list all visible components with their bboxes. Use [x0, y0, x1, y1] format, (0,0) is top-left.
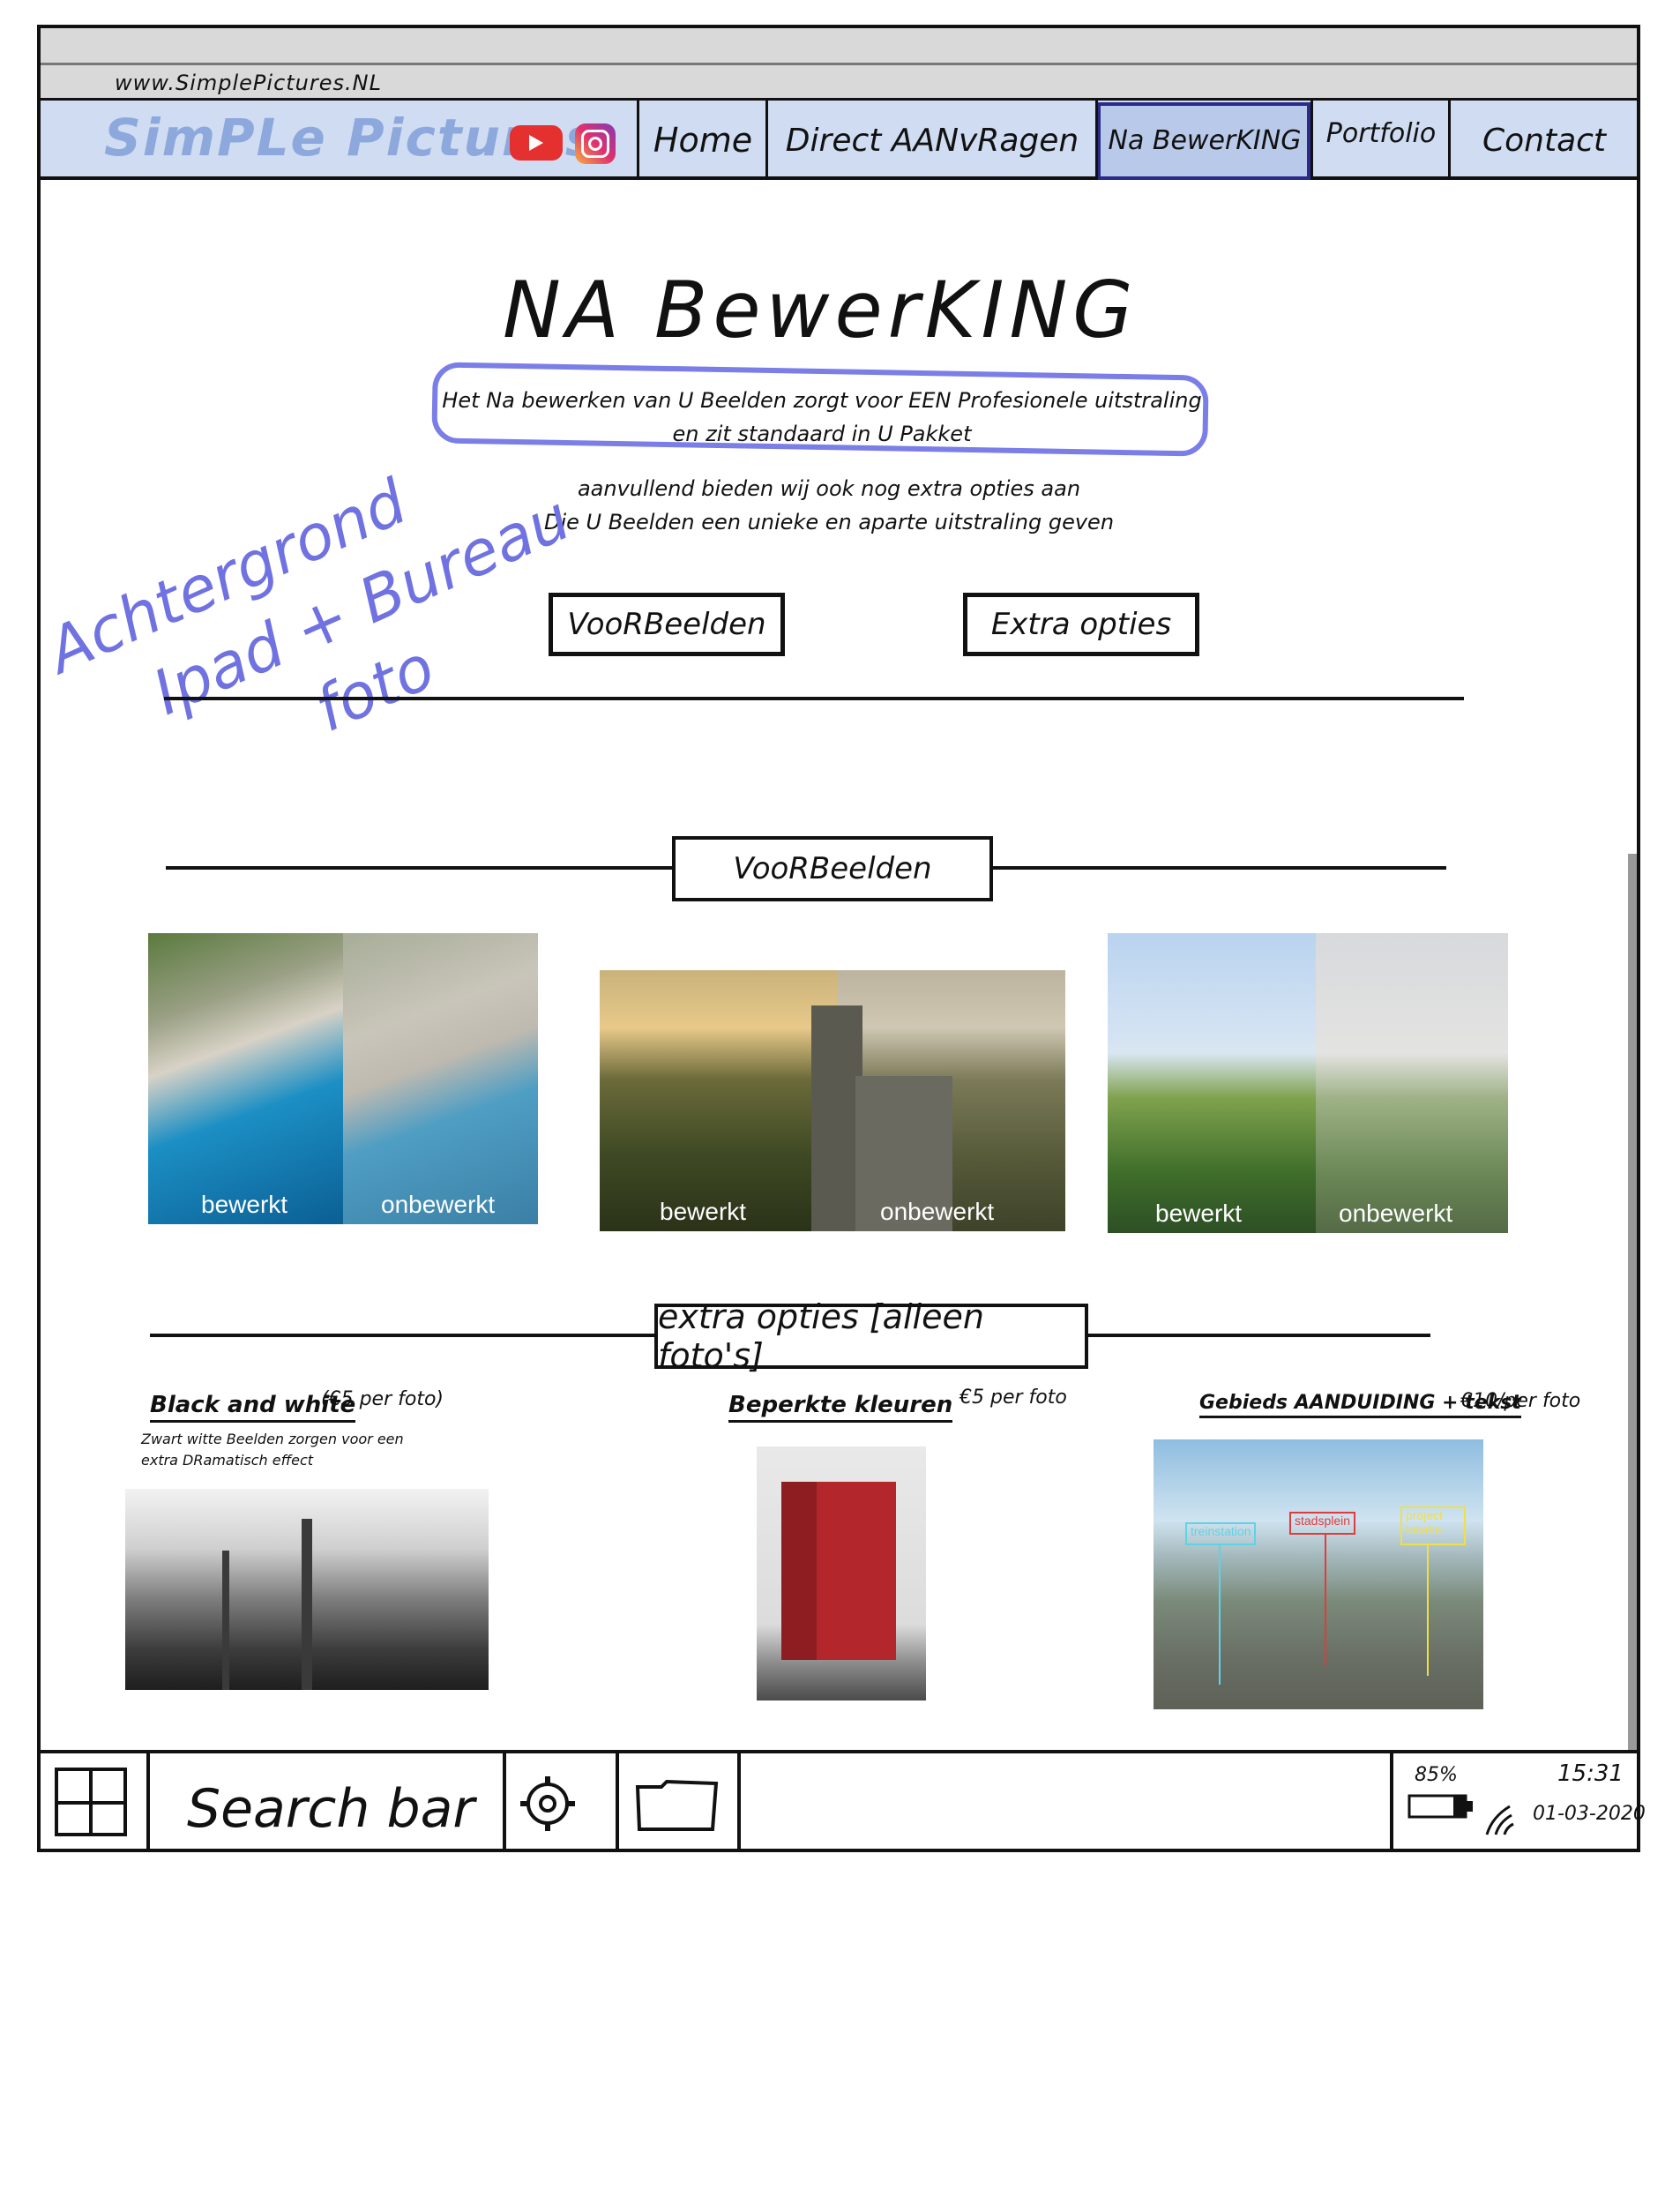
- church-tower: [222, 1551, 229, 1690]
- clock-date: 01-03-2020: [1533, 1803, 1646, 1825]
- caption-bewerkt: bewerkt: [201, 1191, 288, 1218]
- nav-divider: [1310, 101, 1313, 180]
- map-pointer-line: [1325, 1533, 1326, 1665]
- edited-half: [1108, 933, 1317, 1233]
- page-title: NA BewerKING: [503, 265, 1139, 355]
- caption-onbewerkt: onbewerkt: [880, 1198, 995, 1225]
- unedited-half: [343, 933, 538, 1224]
- beperkte-kleuren-example-photo[interactable]: [757, 1446, 926, 1700]
- caption-bewerkt: bewerkt: [1155, 1200, 1243, 1227]
- extra-opties-button[interactable]: Extra opties: [963, 593, 1199, 656]
- taskbar-divider: [737, 1750, 741, 1852]
- search-bar[interactable]: Search bar: [187, 1778, 474, 1840]
- folder-icon[interactable]: [635, 1778, 720, 1836]
- nav-item-home[interactable]: Home: [640, 101, 765, 180]
- option-price: (€5 per foto): [321, 1388, 444, 1410]
- nav-item-na-bewerking[interactable]: Na BewerKING: [1101, 101, 1309, 180]
- instagram-icon[interactable]: [575, 123, 616, 164]
- option-price: €5 per foto: [959, 1387, 1067, 1409]
- voorbeelden-heading: VooRBeelden: [672, 836, 993, 901]
- map-pointer-line: [1219, 1544, 1221, 1685]
- option-price: €10/per foto: [1460, 1390, 1581, 1412]
- hero-text-line: aanvullend bieden wij ook nog extra opti…: [577, 476, 1081, 501]
- wifi-icon[interactable]: [1483, 1799, 1533, 1842]
- caption-onbewerkt: onbewerkt: [1339, 1200, 1453, 1227]
- option-description: extra DRamatisch effect: [141, 1452, 314, 1469]
- taskbar-divider: [503, 1750, 506, 1852]
- edited-half: [600, 970, 838, 1231]
- nav-divider: [765, 101, 768, 180]
- example-photo-castle[interactable]: bewerkt onbewerkt: [600, 970, 1065, 1231]
- taskbar-divider: [616, 1750, 619, 1852]
- gear-icon[interactable]: [519, 1775, 577, 1836]
- nav-divider: [637, 101, 639, 180]
- option-description: Zwart witte Beelden zorgen voor een: [141, 1431, 404, 1447]
- clock-time: 15:31: [1557, 1760, 1624, 1787]
- divider: [164, 697, 1464, 700]
- nav-item-portfolio[interactable]: Portfolio: [1314, 101, 1448, 180]
- title-bar: [41, 28, 1637, 65]
- unedited-half: [1316, 933, 1508, 1233]
- scrollbar[interactable]: [1628, 854, 1637, 1753]
- youtube-icon[interactable]: [510, 125, 563, 161]
- nav-item-contact[interactable]: Contact: [1452, 101, 1637, 180]
- nav-divider: [1448, 101, 1451, 180]
- extra-opties-heading: extra opties [alleen foto's]: [654, 1297, 1088, 1375]
- map-label: project locatie: [1400, 1506, 1466, 1545]
- nav-item-direct-aanvragen[interactable]: Direct AANvRagen: [769, 101, 1095, 180]
- windows-icon[interactable]: [55, 1768, 127, 1840]
- black-white-example-photo[interactable]: [125, 1489, 489, 1690]
- taskbar-divider: [1390, 1750, 1393, 1852]
- taskbar-divider: [146, 1750, 150, 1852]
- hero-text-line: Die U Beelden een unieke en aparte uitst…: [543, 510, 1115, 534]
- map-label: stadsplein: [1289, 1512, 1356, 1535]
- hero-text-line: Het Na bewerken van U Beelden zorgt voor…: [442, 388, 1202, 413]
- map-label: treinstation: [1185, 1522, 1257, 1545]
- option-label-beperkte-kleuren: Beperkte kleuren: [728, 1392, 953, 1423]
- caption-onbewerkt: onbewerkt: [381, 1191, 496, 1218]
- caption-bewerkt: bewerkt: [660, 1198, 747, 1225]
- url-text[interactable]: www.SimplePictures.NL: [115, 71, 382, 95]
- red-building-side: [781, 1482, 817, 1660]
- nav-divider: [1095, 101, 1098, 180]
- gebieds-aanduiding-example-photo[interactable]: treinstation stadsplein project locatie: [1154, 1439, 1483, 1709]
- edited-half: [148, 933, 343, 1224]
- example-photo-park[interactable]: bewerkt onbewerkt: [1108, 933, 1508, 1233]
- hero-text-line: en zit standaard in U Pakket: [672, 422, 972, 446]
- example-photo-beach[interactable]: bewerkt onbewerkt: [148, 933, 538, 1224]
- church-tower: [302, 1519, 312, 1690]
- battery-percentage: 85%: [1415, 1764, 1458, 1786]
- map-pointer-line: [1427, 1544, 1429, 1676]
- voorbeelden-button[interactable]: VooRBeelden: [549, 593, 785, 656]
- battery-icon[interactable]: [1407, 1790, 1478, 1824]
